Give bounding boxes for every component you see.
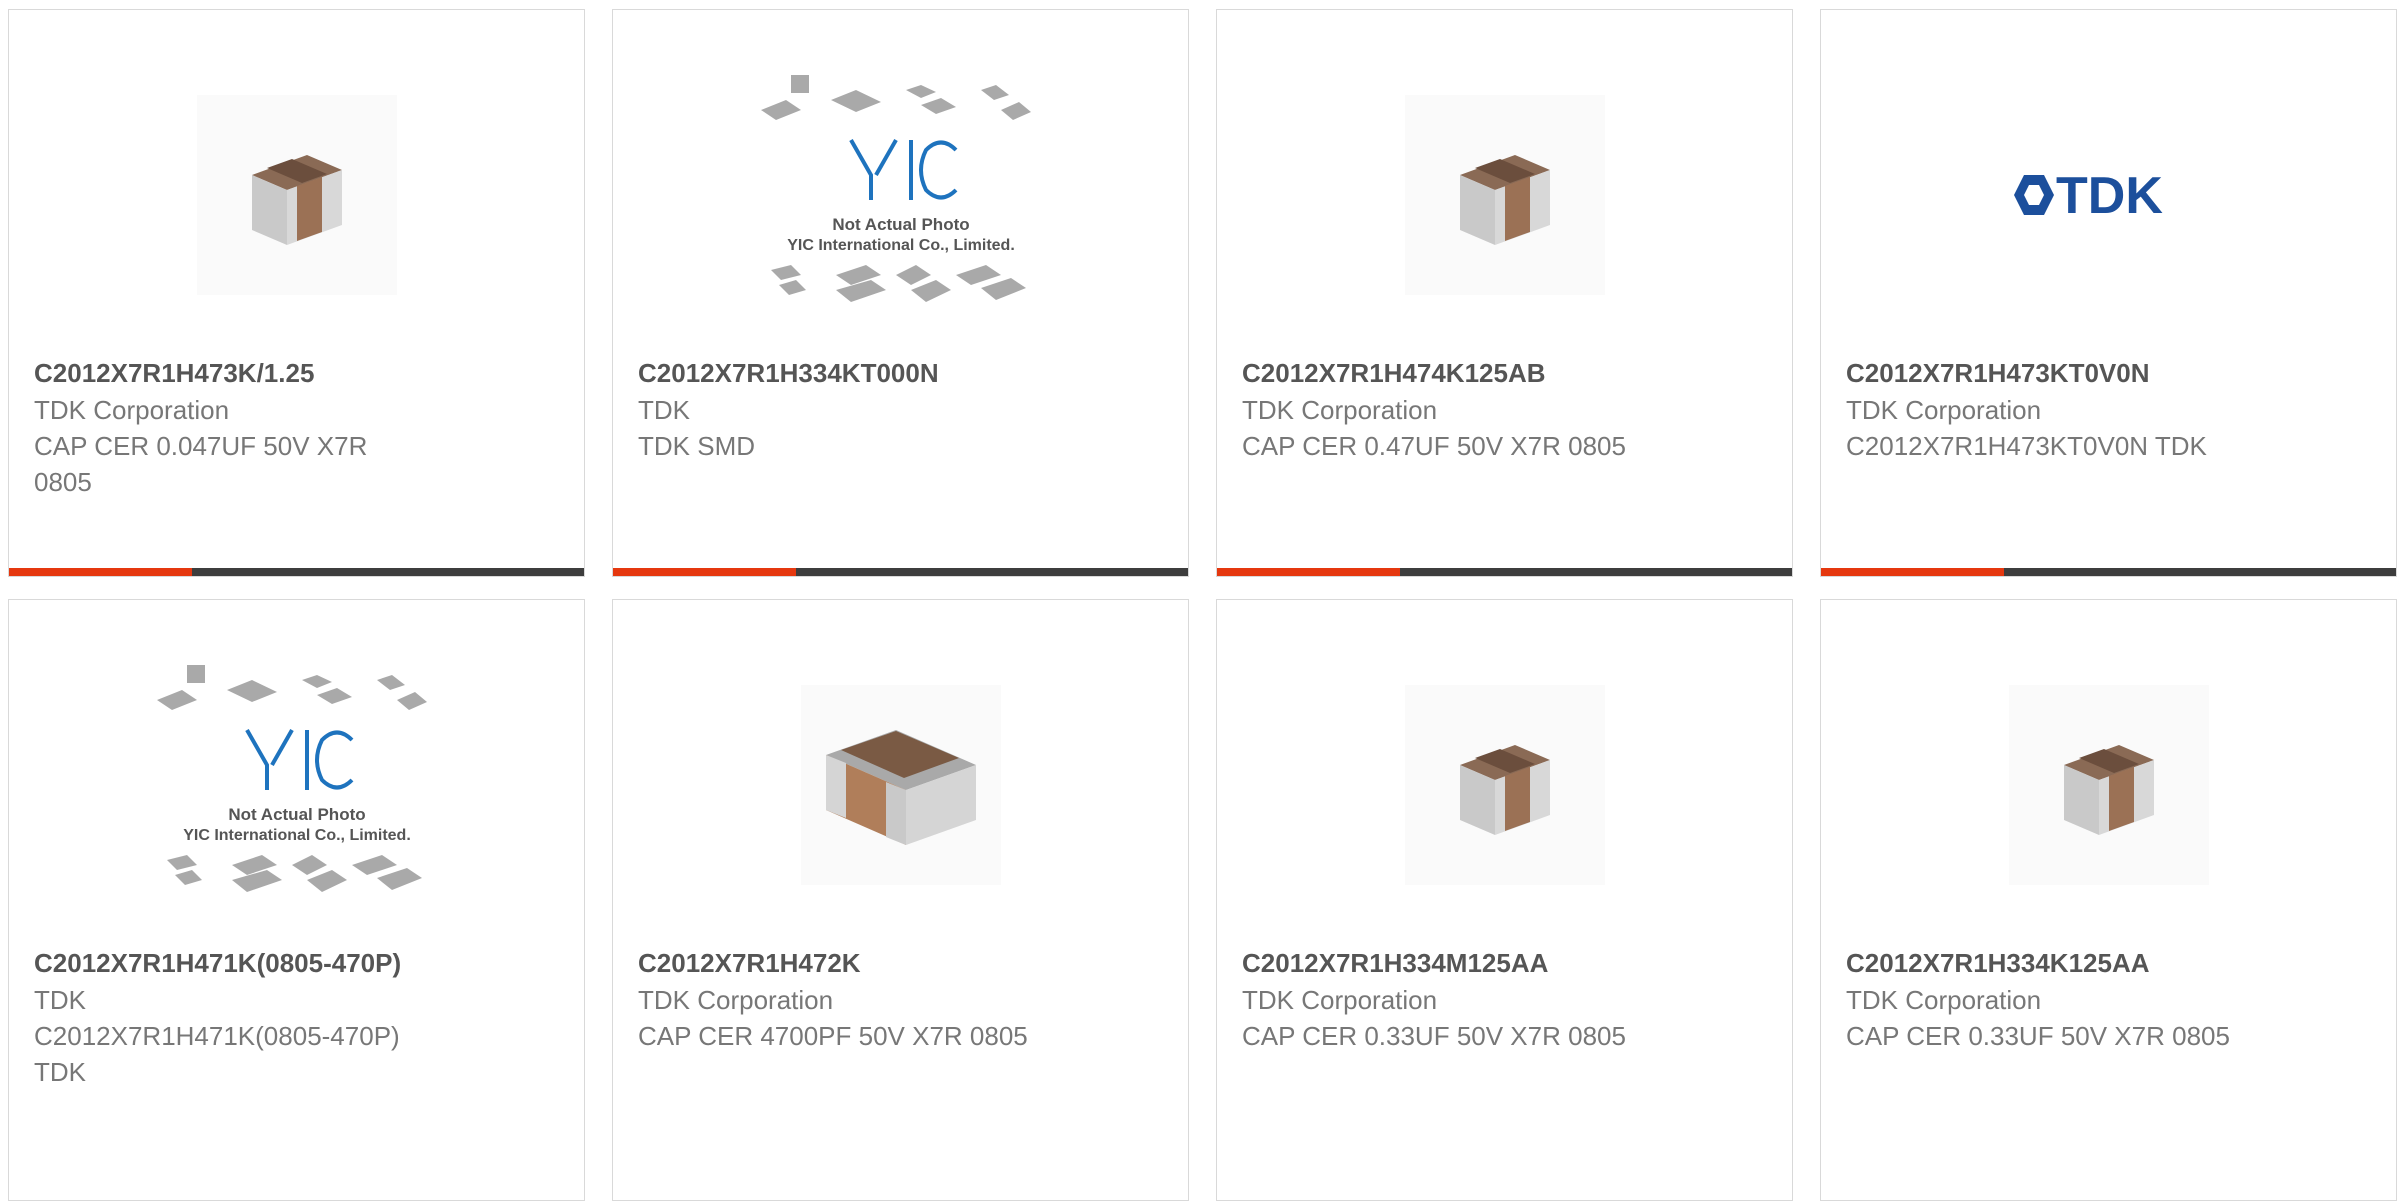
product-image[interactable] <box>613 640 1188 930</box>
card-bar <box>1217 568 1792 576</box>
manufacturer: TDK <box>638 395 690 425</box>
product-info: C2012X7R1H334KT000N TDK TDK SMD <box>638 354 1058 464</box>
manufacturer: TDK Corporation <box>1242 395 1438 425</box>
description: CAP CER 0.33UF 50V X7R 0805 <box>1242 1021 1626 1051</box>
product-card[interactable]: Not Actual Photo YIC International Co., … <box>612 9 1189 577</box>
placeholder-text-2: YIC International Co., Limited. <box>787 237 1015 254</box>
product-info: C2012X7R1H473K/1.25 TDK Corporation CAP … <box>34 354 454 500</box>
product-image[interactable] <box>1217 640 1792 930</box>
placeholder-text-1: Not Actual Photo <box>832 215 969 234</box>
yic-placeholder-icon: Not Actual Photo YIC International Co., … <box>156 665 427 892</box>
manufacturer: TDK Corporation <box>1846 985 2042 1015</box>
product-grid-row-2: Not Actual Photo YIC International Co., … <box>8 599 2397 1201</box>
description: CAP CER 4700PF 50V X7R 0805 <box>638 1021 1028 1051</box>
product-card[interactable]: C2012X7R1H473K/1.25 TDK Corporation CAP … <box>8 9 585 577</box>
product-image[interactable]: Not Actual Photo YIC International Co., … <box>9 640 584 930</box>
product-image[interactable] <box>1217 50 1792 340</box>
description: C2012X7R1H471K(0805-470P) TDK <box>34 1021 400 1087</box>
product-info: C2012X7R1H334M125AA TDK Corporation CAP … <box>1242 944 1662 1054</box>
placeholder-text-2: YIC International Co., Limited. <box>183 827 411 844</box>
part-number[interactable]: C2012X7R1H334KT000N <box>638 354 1058 392</box>
product-card[interactable]: C2012X7R1H472K TDK Corporation CAP CER 4… <box>612 599 1189 1201</box>
product-image[interactable] <box>1821 640 2396 930</box>
description: CAP CER 0.47UF 50V X7R 0805 <box>1242 431 1626 461</box>
capacitor-icon <box>1404 685 1605 885</box>
product-card[interactable]: C2012X7R1H474K125AB TDK Corporation CAP … <box>1216 9 1793 577</box>
product-image[interactable]: Not Actual Photo YIC International Co., … <box>613 50 1188 340</box>
manufacturer: TDK Corporation <box>1846 395 2042 425</box>
tdk-logo-text: TDK <box>2056 167 2163 225</box>
card-bar-accent <box>1217 568 1400 576</box>
description: TDK SMD <box>638 431 755 461</box>
capacitor-icon <box>196 95 397 295</box>
product-info: C2012X7R1H334K125AA TDK Corporation CAP … <box>1846 944 2266 1054</box>
product-grid: C2012X7R1H473K/1.25 TDK Corporation CAP … <box>8 9 2397 577</box>
product-info: C2012X7R1H471K(0805-470P) TDK C2012X7R1H… <box>34 944 454 1090</box>
card-bar <box>1821 568 2396 576</box>
product-image[interactable]: TDK <box>1821 50 2396 340</box>
manufacturer: TDK <box>34 985 86 1015</box>
part-number[interactable]: C2012X7R1H473K/1.25 <box>34 354 454 392</box>
product-card[interactable]: C2012X7R1H334K125AA TDK Corporation CAP … <box>1820 599 2397 1201</box>
card-bar-accent <box>1821 568 2004 576</box>
part-number[interactable]: C2012X7R1H334M125AA <box>1242 944 1662 982</box>
card-bar-accent <box>613 568 796 576</box>
product-info: C2012X7R1H473KT0V0N TDK Corporation C201… <box>1846 354 2266 464</box>
capacitor-large-icon <box>800 685 1001 885</box>
product-card[interactable]: TDK C2012X7R1H473KT0V0N TDK Corporation … <box>1820 9 2397 577</box>
part-number[interactable]: C2012X7R1H473KT0V0N <box>1846 354 2266 392</box>
product-card[interactable]: Not Actual Photo YIC International Co., … <box>8 599 585 1201</box>
yic-placeholder-icon: Not Actual Photo YIC International Co., … <box>760 75 1031 302</box>
product-info: C2012X7R1H474K125AB TDK Corporation CAP … <box>1242 354 1662 464</box>
manufacturer: TDK Corporation <box>1242 985 1438 1015</box>
placeholder-text-1: Not Actual Photo <box>228 805 365 824</box>
part-number[interactable]: C2012X7R1H471K(0805-470P) <box>34 944 454 982</box>
manufacturer: TDK Corporation <box>34 395 230 425</box>
description: CAP CER 0.33UF 50V X7R 0805 <box>1846 1021 2230 1051</box>
capacitor-icon <box>1404 95 1605 295</box>
tdk-logo-icon: TDK <box>2013 167 2163 225</box>
description: CAP CER 0.047UF 50V X7R 0805 <box>34 431 368 497</box>
manufacturer: TDK Corporation <box>638 985 834 1015</box>
product-card[interactable]: C2012X7R1H334M125AA TDK Corporation CAP … <box>1216 599 1793 1201</box>
part-number[interactable]: C2012X7R1H472K <box>638 944 1058 982</box>
part-number[interactable]: C2012X7R1H334K125AA <box>1846 944 2266 982</box>
description: C2012X7R1H473KT0V0N TDK <box>1846 431 2207 461</box>
product-image[interactable] <box>9 50 584 340</box>
card-bar <box>9 568 584 576</box>
card-bar-accent <box>9 568 192 576</box>
card-bar <box>613 568 1188 576</box>
capacitor-icon <box>2008 685 2209 885</box>
part-number[interactable]: C2012X7R1H474K125AB <box>1242 354 1662 392</box>
product-info: C2012X7R1H472K TDK Corporation CAP CER 4… <box>638 944 1058 1054</box>
